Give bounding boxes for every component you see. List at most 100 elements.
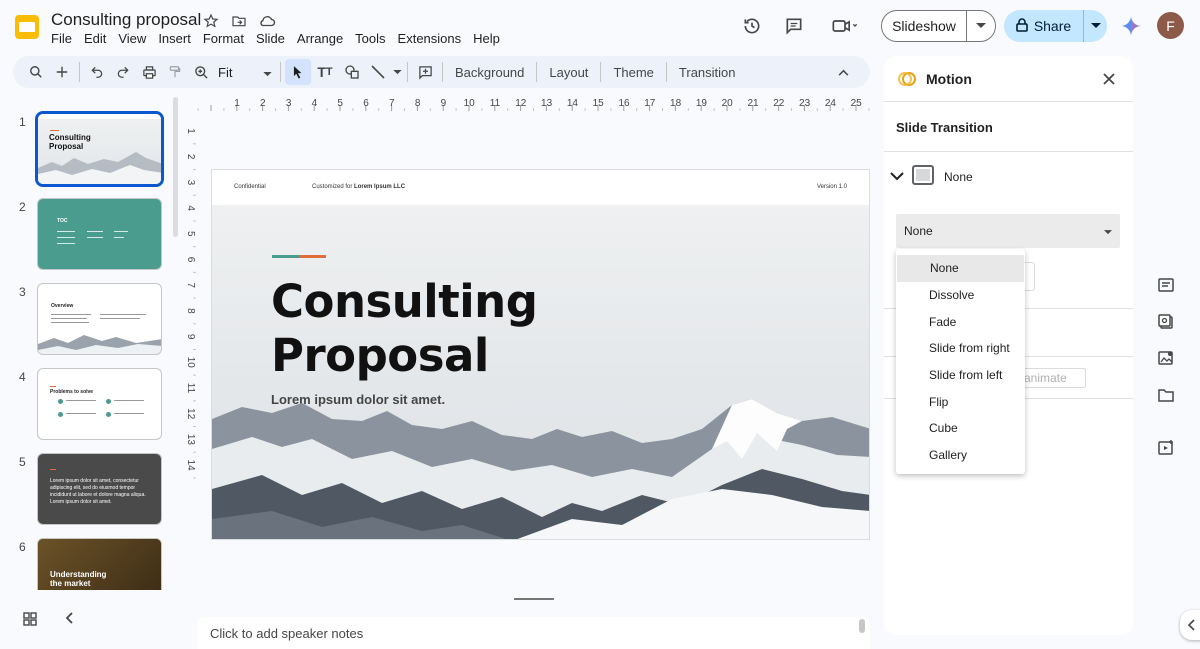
zoom-icon[interactable] — [188, 59, 214, 85]
share-dropdown-icon[interactable] — [1084, 23, 1107, 29]
move-folder-icon[interactable] — [229, 11, 249, 31]
filmstrip-scrollbar[interactable] — [173, 97, 178, 237]
ruler-label: 22 — [773, 98, 785, 109]
ruler-label: 21 — [747, 98, 759, 109]
cloud-status-icon[interactable] — [257, 11, 277, 31]
chevron-down-icon — [263, 65, 272, 80]
slide-canvas[interactable]: Confidential Customized for Lorem Ipsum … — [211, 169, 870, 540]
menu-view[interactable]: View — [112, 31, 152, 46]
close-icon[interactable] — [1103, 72, 1115, 90]
keep-icon[interactable] — [1155, 311, 1177, 333]
new-slide-icon[interactable] — [49, 59, 75, 85]
collapse-filmstrip-icon[interactable] — [64, 611, 76, 630]
comments-icon[interactable] — [783, 15, 805, 37]
dropdown-option-dissolve[interactable]: Dissolve — [896, 282, 1025, 309]
redo-icon[interactable] — [110, 59, 136, 85]
menu-edit[interactable]: Edit — [78, 31, 112, 46]
transition-row[interactable]: None — [890, 164, 973, 190]
slide-thumbnail-3[interactable]: Overview — [37, 283, 162, 355]
zoom-select[interactable]: Fit — [214, 65, 276, 80]
menu-format[interactable]: Format — [197, 31, 250, 46]
toolbar-divider — [442, 62, 443, 82]
slideshow-button[interactable]: Slideshow — [881, 10, 996, 42]
avatar[interactable]: F — [1157, 12, 1184, 39]
dropdown-option-slide-from-left[interactable]: Slide from left — [896, 362, 1025, 389]
select-pointer-icon[interactable] — [285, 59, 311, 85]
slideshow-label[interactable]: Slideshow — [882, 11, 967, 41]
grid-view-icon[interactable] — [22, 611, 38, 632]
ruler-label: 6 — [185, 257, 196, 263]
thumb-title: Overview — [51, 303, 74, 309]
toolbar-divider — [600, 62, 602, 82]
slide-thumbnail-4[interactable]: Problems to solve — [37, 368, 162, 440]
line-icon[interactable] — [365, 59, 391, 85]
theme-button[interactable]: Theme — [605, 65, 661, 80]
notes-resize-handle[interactable] — [514, 598, 554, 600]
insert-comment-icon[interactable] — [412, 59, 438, 85]
dropdown-option-slide-from-right[interactable]: Slide from right — [896, 335, 1025, 362]
share-button[interactable]: Share — [1004, 10, 1107, 42]
menu-slide[interactable]: Slide — [250, 31, 291, 46]
toolbar-divider — [280, 62, 281, 82]
menu-arrange[interactable]: Arrange — [291, 31, 349, 46]
ruler-label: 10 — [464, 98, 476, 109]
ruler-label: 10 — [185, 357, 196, 369]
print-icon[interactable] — [136, 59, 162, 85]
ruler-label: 13 — [541, 98, 553, 109]
toolbar-divider — [665, 62, 667, 82]
speaker-notes-icon[interactable] — [1155, 274, 1177, 296]
menu-extensions[interactable]: Extensions — [392, 31, 468, 46]
search-menus-icon[interactable] — [23, 59, 49, 85]
layout-button[interactable]: Layout — [541, 65, 596, 80]
slide-background: Consulting Proposal Lorem ipsum dolor si… — [212, 205, 869, 539]
slides-logo-icon[interactable] — [14, 12, 40, 42]
ruler-label: 7 — [185, 282, 196, 288]
share-label[interactable]: Share — [1034, 18, 1071, 34]
paint-format-icon[interactable] — [162, 59, 188, 85]
slide-thumbnail-2[interactable]: TOC — [37, 198, 162, 270]
dropdown-option-fade[interactable]: Fade — [896, 308, 1025, 335]
transition-type-select[interactable]: None — [896, 214, 1120, 248]
text-box-icon[interactable]: TT — [311, 59, 339, 85]
collapse-toolbar-icon[interactable] — [830, 59, 856, 85]
meet-icon[interactable] — [828, 15, 862, 37]
version-history-icon[interactable] — [741, 15, 763, 37]
background-button[interactable]: Background — [447, 65, 532, 80]
gemini-icon[interactable] — [1120, 15, 1142, 37]
dropdown-option-gallery[interactable]: Gallery — [896, 442, 1025, 469]
divider — [884, 151, 1133, 152]
zoom-value: Fit — [218, 64, 233, 80]
slideshow-dropdown-icon[interactable] — [967, 23, 995, 29]
add-media-icon[interactable] — [1155, 437, 1177, 459]
slide-thumbnail-5[interactable]: Lorem ipsum dolor sit amet, consectetur … — [37, 453, 162, 525]
image-library-icon[interactable] — [1155, 347, 1177, 369]
ruler-label: 19 — [696, 98, 708, 109]
dropdown-option-flip[interactable]: Flip — [896, 388, 1025, 415]
ruler-label: 8 — [415, 98, 421, 109]
notes-scrollbar[interactable] — [859, 619, 865, 633]
menu-insert[interactable]: Insert — [152, 31, 197, 46]
line-dropdown-icon[interactable] — [391, 59, 403, 85]
shape-icon[interactable] — [339, 59, 365, 85]
transition-button[interactable]: Transition — [671, 65, 744, 80]
slide-title[interactable]: Consulting Proposal — [271, 275, 538, 383]
folder-icon[interactable] — [1155, 384, 1177, 406]
dropdown-option-cube[interactable]: Cube — [896, 415, 1025, 442]
ruler-label: 18 — [670, 98, 682, 109]
star-icon[interactable] — [201, 11, 221, 31]
select-object-to-animate-button[interactable]: animate — [1017, 368, 1086, 388]
menu-tools[interactable]: Tools — [349, 31, 391, 46]
section-title: Slide Transition — [896, 120, 993, 135]
dropdown-option-none[interactable]: None — [897, 255, 1024, 282]
ruler-label: 14 — [185, 460, 196, 472]
horizontal-ruler: 1 2 3 4 5 6 7 8 9 10 11 12 13 14 15 16 17 18 19 20 21 22 23 24 2… — [197, 98, 870, 111]
slide-thumbnail-6[interactable]: Understanding the market — [37, 538, 162, 590]
side-panel-toggle-icon[interactable] — [1180, 610, 1200, 640]
speaker-notes[interactable]: Click to add speaker notes — [197, 617, 870, 649]
document-title[interactable]: Consulting proposal — [51, 10, 201, 30]
menu-file[interactable]: File — [45, 31, 78, 46]
slide-thumbnail-1[interactable]: Consulting Proposal — [35, 111, 164, 187]
chevron-down-icon[interactable] — [890, 168, 904, 186]
menu-help[interactable]: Help — [467, 31, 506, 46]
undo-icon[interactable] — [84, 59, 110, 85]
